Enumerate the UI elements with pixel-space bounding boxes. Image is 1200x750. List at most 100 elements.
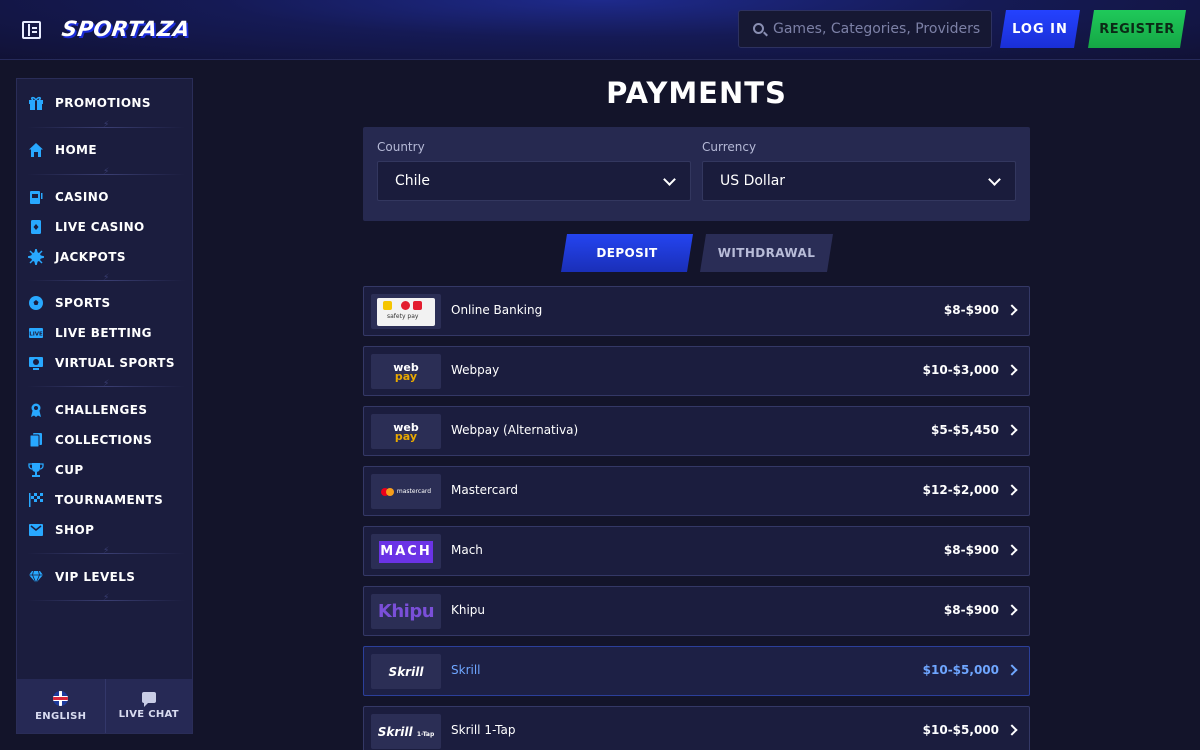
filter-panel: Country Chile Currency US Dollar <box>363 127 1030 221</box>
payment-method-range: $8-$900 <box>943 303 999 317</box>
sidebar-item-shop[interactable]: SHOP <box>25 517 187 543</box>
payment-method-name: Mach <box>451 543 483 557</box>
divider <box>27 593 185 603</box>
payment-method-row[interactable]: mastercard Mastercard $12-$2,000 <box>363 466 1030 516</box>
playing-card-icon <box>27 218 45 236</box>
chevron-right-icon <box>1006 424 1018 436</box>
skrill-logo: Skrill <box>371 654 441 689</box>
sidebar-item-label: VIP LEVELS <box>55 570 136 584</box>
sidebar-item-virtual-sports[interactable]: VIRTUAL SPORTS <box>25 350 187 376</box>
chevron-right-icon <box>1006 604 1018 616</box>
sidebar-item-label: LIVE BETTING <box>55 326 152 340</box>
search-input[interactable] <box>773 11 987 47</box>
mach-logo: MACH <box>371 534 441 569</box>
login-button[interactable]: LOG IN <box>1000 10 1080 48</box>
payment-method-row[interactable]: Khipu Khipu $8-$900 <box>363 586 1030 636</box>
live-chat-label: LIVE CHAT <box>118 709 179 720</box>
language-button[interactable]: ENGLISH <box>17 679 105 733</box>
chevron-right-icon <box>1006 544 1018 556</box>
sidebar-footer: ENGLISH LIVE CHAT <box>17 679 192 733</box>
payment-method-range: $5-$5,450 <box>931 423 999 437</box>
chevron-right-icon <box>1006 364 1018 376</box>
sidebar-toggle-icon[interactable] <box>22 21 41 39</box>
sidebar-item-label: SPORTS <box>55 296 111 310</box>
sidebar-item-vip-levels[interactable]: VIP LEVELS <box>25 564 187 590</box>
sidebar-item-promotions[interactable]: PROMOTIONS <box>25 90 187 116</box>
payment-method-row[interactable]: Skrill 1-Tap Skrill 1-Tap $10-$5,000 <box>363 706 1030 750</box>
payment-method-name: Webpay (Alternativa) <box>451 423 579 437</box>
payment-method-row[interactable]: Skrill Skrill $10-$5,000 <box>363 646 1030 696</box>
home-icon <box>27 141 45 159</box>
payment-method-name: Mastercard <box>451 483 519 497</box>
country-label: Country <box>377 140 425 154</box>
sidebar-item-cup[interactable]: CUP <box>25 457 187 483</box>
tab-deposit[interactable]: DEPOSIT <box>561 234 693 272</box>
register-button[interactable]: REGISTER <box>1088 10 1186 48</box>
divider <box>27 379 185 389</box>
divider <box>27 546 185 556</box>
page-title: PAYMENTS <box>606 76 787 110</box>
chevron-down-icon <box>663 173 676 186</box>
jackpot-icon <box>27 248 45 266</box>
svg-text:LIVE: LIVE <box>29 332 43 338</box>
live-chat-button[interactable]: LIVE CHAT <box>104 679 193 733</box>
currency-select[interactable]: US Dollar <box>702 161 1016 201</box>
shop-icon <box>27 521 45 539</box>
skrill-1tap-logo: Skrill 1-Tap <box>371 714 441 749</box>
webpay-logo: web pay <box>371 414 441 449</box>
sidebar-item-jackpots[interactable]: JACKPOTS <box>25 244 187 270</box>
payment-method-name: Webpay <box>451 363 500 377</box>
divider <box>27 120 185 130</box>
slot-machine-icon <box>27 188 45 206</box>
tab-withdrawal[interactable]: WITHDRAWAL <box>700 234 833 272</box>
search-icon <box>753 23 764 34</box>
sidebar-item-live-betting[interactable]: LIVE LIVE BETTING <box>25 320 187 346</box>
medal-icon <box>27 401 45 419</box>
checkered-flag-icon <box>27 491 45 509</box>
chevron-right-icon <box>1006 304 1018 316</box>
payment-method-row[interactable]: safety pay Online Banking $8-$900 <box>363 286 1030 336</box>
webpay-logo: web pay <box>371 354 441 389</box>
payment-method-range: $10-$5,000 <box>922 663 999 677</box>
live-icon: LIVE <box>27 324 45 342</box>
mastercard-logo: mastercard <box>371 474 441 509</box>
top-bar: SPORTAZA LOG IN REGISTER <box>0 0 1200 60</box>
payment-method-row[interactable]: web pay Webpay (Alternativa) $5-$5,450 <box>363 406 1030 456</box>
payment-method-range: $12-$2,000 <box>922 483 999 497</box>
divider <box>27 167 185 177</box>
payment-method-row[interactable]: MACH Mach $8-$900 <box>363 526 1030 576</box>
gift-icon <box>27 94 45 112</box>
uk-flag-icon <box>53 690 69 706</box>
khipu-logo: Khipu <box>371 594 441 629</box>
sidebar-item-label: HOME <box>55 143 97 157</box>
trophy-icon <box>27 461 45 479</box>
divider <box>27 273 185 283</box>
diamond-icon <box>27 568 45 586</box>
country-value: Chile <box>395 173 431 189</box>
payment-method-name: Skrill 1-Tap <box>451 723 516 737</box>
sidebar-item-challenges[interactable]: CHALLENGES <box>25 397 187 423</box>
logo-text: safety pay <box>387 312 419 320</box>
soccer-ball-icon <box>27 294 45 312</box>
sidebar-item-home[interactable]: HOME <box>25 137 187 163</box>
chevron-right-icon <box>1006 724 1018 736</box>
sidebar-item-sports[interactable]: SPORTS <box>25 290 187 316</box>
virtual-sports-icon <box>27 354 45 372</box>
sidebar-item-collections[interactable]: COLLECTIONS <box>25 427 187 453</box>
country-select[interactable]: Chile <box>377 161 691 201</box>
search-bar[interactable] <box>738 10 992 48</box>
sidebar-item-casino[interactable]: CASINO <box>25 184 187 210</box>
chevron-right-icon <box>1006 484 1018 496</box>
sidebar-item-tournaments[interactable]: TOURNAMENTS <box>25 487 187 513</box>
logo[interactable]: SPORTAZA <box>60 14 191 48</box>
payment-method-name: Khipu <box>451 603 486 617</box>
sidebar-item-label: LIVE CASINO <box>55 220 145 234</box>
logo-text: SPORTAZA <box>60 17 192 41</box>
sidebar-item-label: COLLECTIONS <box>55 433 153 447</box>
payment-method-row[interactable]: web pay Webpay $10-$3,000 <box>363 346 1030 396</box>
sidebar-item-live-casino[interactable]: LIVE CASINO <box>25 214 187 240</box>
currency-value: US Dollar <box>720 173 786 189</box>
safetypay-logo: safety pay <box>371 294 441 329</box>
cards-icon <box>27 431 45 449</box>
sidebar-item-label: PROMOTIONS <box>55 96 151 110</box>
